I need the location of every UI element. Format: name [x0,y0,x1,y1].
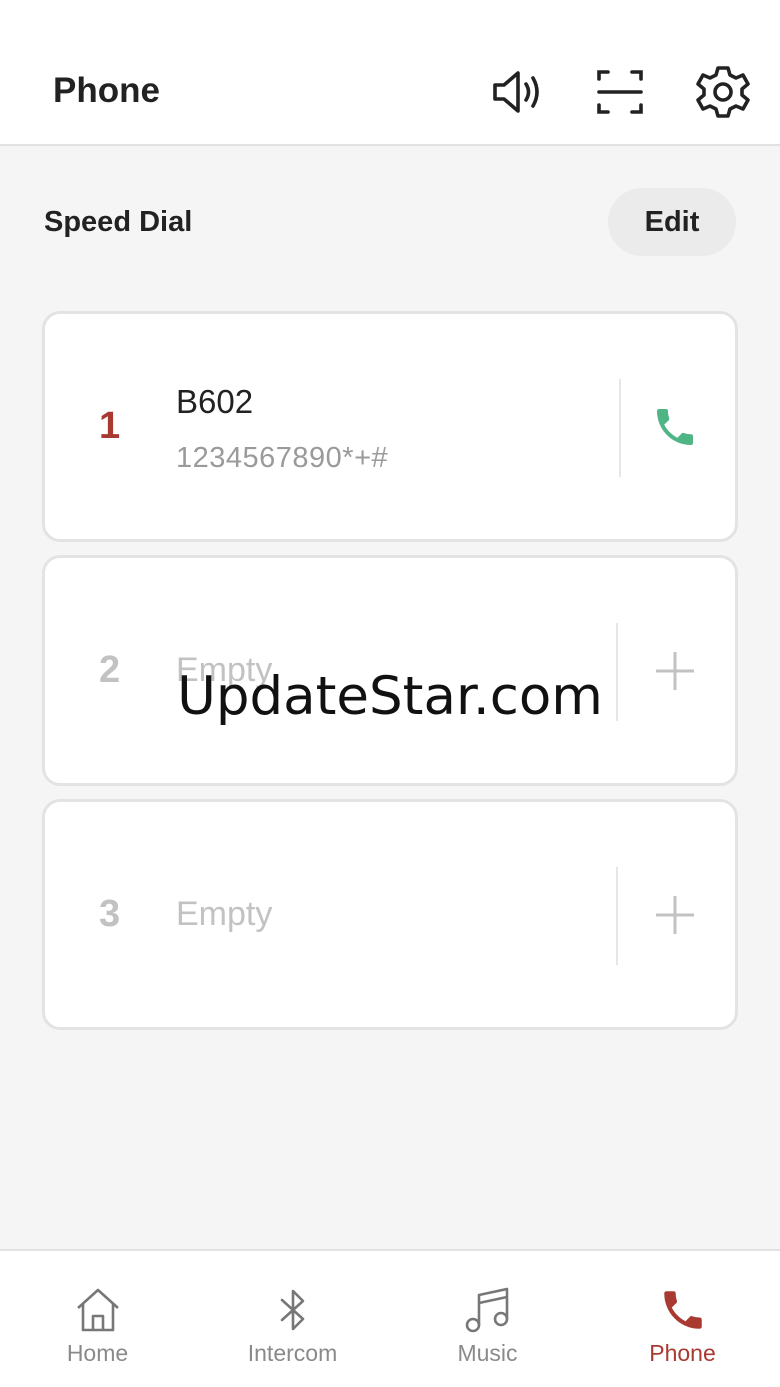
speed-dial-card-1[interactable]: 1 B602 1234567890*+# [42,311,738,542]
nav-label: Phone [649,1340,716,1366]
nav-item-phone[interactable]: Phone [585,1251,780,1387]
add-contact-button[interactable] [615,802,735,1027]
contact-number: 1234567890*+# [176,442,389,474]
nav-item-intercom[interactable]: Intercom [195,1251,390,1387]
nav-item-home[interactable]: Home [0,1251,195,1387]
scan-icon[interactable] [592,64,648,120]
phone-screen: Phone Speed Dial Edit 1 B602 1234567890*… [0,0,780,1387]
header: Phone [0,0,780,146]
contact-name: B602 [176,383,254,420]
nav-item-music[interactable]: Music [390,1251,585,1387]
page-title: Phone [53,71,160,110]
empty-slot-label: Empty [176,895,273,933]
plus-icon [656,895,694,934]
gear-icon[interactable] [695,64,751,120]
speaker-icon[interactable] [489,64,545,120]
nav-label: Intercom [247,1340,338,1366]
edit-button[interactable]: Edit [608,188,736,256]
watermark-text: UpdateStar.com [177,666,603,727]
home-icon [76,1288,119,1332]
call-button[interactable] [615,314,735,539]
phone-icon [663,1291,702,1329]
bottom-nav: Home Intercom Music Phone [0,1249,780,1387]
speed-dial-card-3[interactable]: 3 Empty [42,799,738,1030]
music-note-icon [465,1287,508,1333]
bluetooth-icon [280,1289,304,1331]
phone-icon [657,408,693,445]
speed-dial-index: 1 [99,405,121,447]
speed-dial-index: 3 [99,893,121,935]
nav-label: Music [457,1340,518,1366]
speed-dial-title: Speed Dial [44,206,193,238]
nav-label: Home [66,1340,129,1366]
